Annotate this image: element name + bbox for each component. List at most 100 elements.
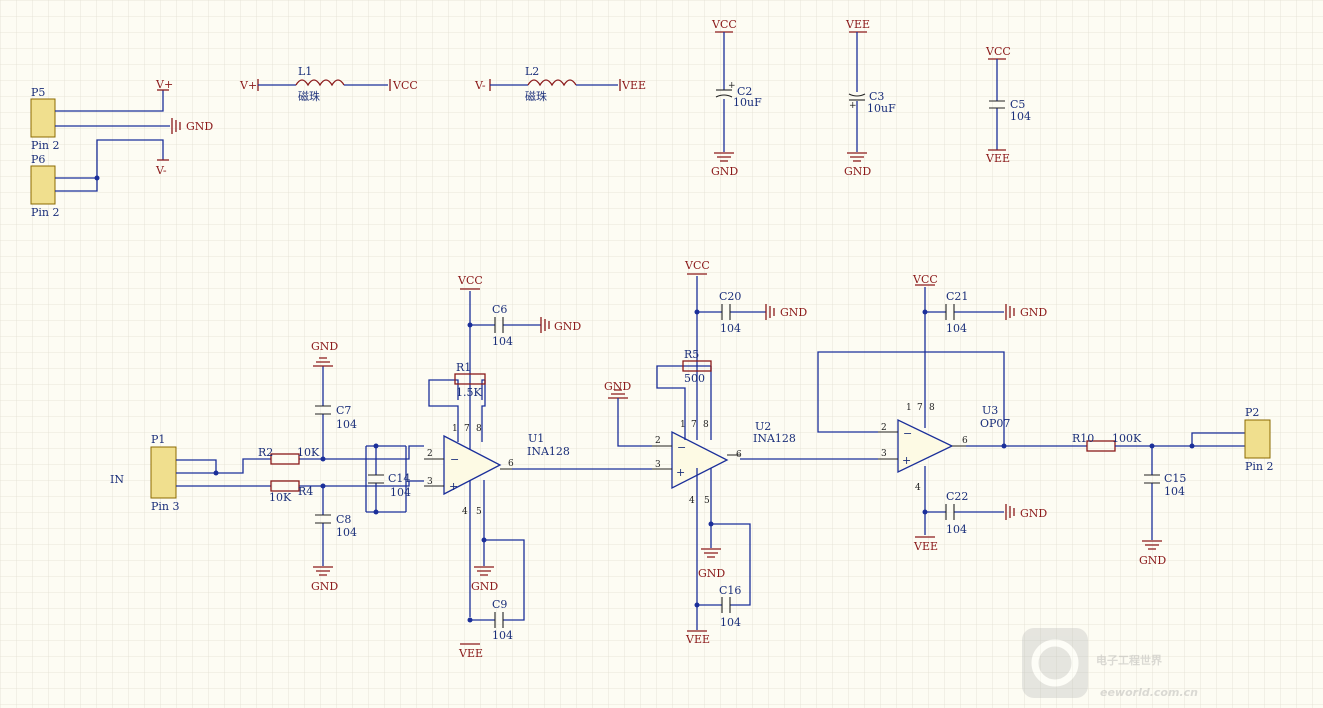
p5-ref: P5	[31, 86, 45, 99]
c20-ref: C20	[719, 290, 741, 303]
gnd-label-p5: GND	[186, 120, 213, 133]
u1-pin4: 4	[462, 507, 468, 517]
c2-gnd-label: GND	[711, 165, 738, 178]
c2-value: 10uF	[733, 96, 762, 109]
l2-value: 磁珠	[525, 89, 547, 103]
l2-in-label: V-	[474, 79, 486, 92]
c5-vcc-label: VCC	[985, 45, 1011, 58]
vplus-label: V+	[155, 78, 173, 91]
u1-pin1: 1	[452, 424, 458, 434]
u3-pin1: 1	[906, 403, 912, 413]
svg-text:−: −	[903, 427, 912, 440]
c3-gnd-label: GND	[844, 165, 871, 178]
watermark-cn: 电子工程世界	[1096, 653, 1162, 667]
c3-value: 10uF	[867, 102, 896, 115]
u2-pin7: 7	[691, 420, 697, 430]
r2-value: 10K	[297, 446, 320, 459]
u2-gnd-label-in: GND	[604, 380, 631, 393]
c6-gnd-label: GND	[554, 320, 581, 333]
u2-pin2: 2	[655, 436, 661, 446]
c5-vee-label: VEE	[985, 152, 1010, 165]
c15-gnd-label: GND	[1139, 554, 1166, 567]
u1-gnd-label: GND	[471, 580, 498, 593]
u1-vee-label: VEE	[458, 647, 483, 660]
svg-text:+: +	[676, 466, 685, 479]
svg-text:+: +	[902, 454, 911, 467]
c21-gnd-label: GND	[1020, 306, 1047, 319]
c6-value: 104	[492, 335, 513, 348]
vminus-label: V-	[155, 164, 167, 177]
r5-value: 500	[684, 372, 705, 385]
u3-vee-label: VEE	[913, 540, 938, 553]
l1-in-label: V+	[239, 79, 257, 92]
u2-pin8: 8	[703, 420, 709, 430]
u2-pin3: 3	[655, 460, 661, 470]
p6-ref: P6	[31, 153, 45, 166]
r1-value: 1.5K	[456, 386, 482, 399]
l2-out-label: VEE	[621, 79, 646, 92]
r5-ref: R5	[684, 348, 699, 361]
r10-value: 100K	[1112, 432, 1142, 445]
svg-text:+: +	[449, 480, 458, 493]
u1-pin3: 3	[427, 477, 433, 487]
p1-pin: Pin 3	[151, 500, 180, 513]
c21-value: 104	[946, 322, 967, 335]
u1-vcc-label: VCC	[457, 274, 483, 287]
u1-ref: U1	[528, 432, 544, 445]
r10-ref: R10	[1072, 432, 1094, 445]
u1-pin6: 6	[508, 459, 514, 469]
u1-part: INA128	[527, 445, 570, 458]
u2-vee-label: VEE	[685, 633, 710, 646]
c20-gnd-label: GND	[780, 306, 807, 319]
c22-gnd-label: GND	[1020, 507, 1047, 520]
u3-vcc-label: VCC	[912, 273, 938, 286]
c14-value: 104	[390, 486, 411, 499]
c7-value: 104	[336, 418, 357, 431]
c5-value: 104	[1010, 110, 1031, 123]
c15-value: 104	[1164, 485, 1185, 498]
p2-ref: P2	[1245, 406, 1259, 419]
c9-ref: C9	[492, 598, 507, 611]
c8-value: 104	[336, 526, 357, 539]
u3-pin3: 3	[881, 449, 887, 459]
u2-vcc-label: VCC	[684, 259, 710, 272]
c3-vee-label: VEE	[845, 18, 870, 31]
c2-vcc-label: VCC	[711, 18, 737, 31]
p2-pin: Pin 2	[1245, 460, 1274, 473]
u1-pin8: 8	[476, 424, 482, 434]
p6-pin: Pin 2	[31, 206, 60, 219]
c22-ref: C22	[946, 490, 968, 503]
l1-out-label: VCC	[392, 79, 418, 92]
p1-net-label: IN	[110, 473, 124, 486]
r4-value: 10K	[269, 491, 292, 504]
l1-value: 磁珠	[298, 89, 320, 103]
r4-ref: R4	[298, 485, 313, 498]
schematic-sheet: P5 Pin 2 P6 Pin 2 V+ V- GND L1 磁珠 V+ VCC	[0, 0, 1323, 708]
c22-value: 104	[946, 523, 967, 536]
c8-ref: C8	[336, 513, 351, 526]
c20-value: 104	[720, 322, 741, 335]
c21-ref: C21	[946, 290, 968, 303]
u3-pin7: 7	[917, 403, 923, 413]
c9-value: 104	[492, 629, 513, 642]
p5-pin: Pin 2	[31, 139, 60, 152]
svg-text:+: +	[728, 81, 736, 91]
c15-ref: C15	[1164, 472, 1186, 485]
u2-gnd-label: GND	[698, 567, 725, 580]
u2-pin5: 5	[704, 496, 710, 506]
c7-ref: C7	[336, 404, 351, 417]
u3-pin8: 8	[929, 403, 935, 413]
c16-value: 104	[720, 616, 741, 629]
u1-pin5: 5	[476, 507, 482, 517]
watermark-url: eeworld.com.cn	[1100, 686, 1198, 699]
c7-gnd-label: GND	[311, 340, 338, 353]
svg-text:−: −	[450, 453, 459, 466]
c16-ref: C16	[719, 584, 741, 597]
u3-pin4: 4	[915, 483, 921, 493]
svg-text:+: +	[849, 101, 857, 111]
l1-ref: L1	[298, 65, 312, 78]
r2-ref: R2	[258, 446, 273, 459]
r1-ref: R1	[456, 361, 471, 374]
u1-pin7: 7	[464, 424, 470, 434]
u2-part: INA128	[753, 432, 796, 445]
